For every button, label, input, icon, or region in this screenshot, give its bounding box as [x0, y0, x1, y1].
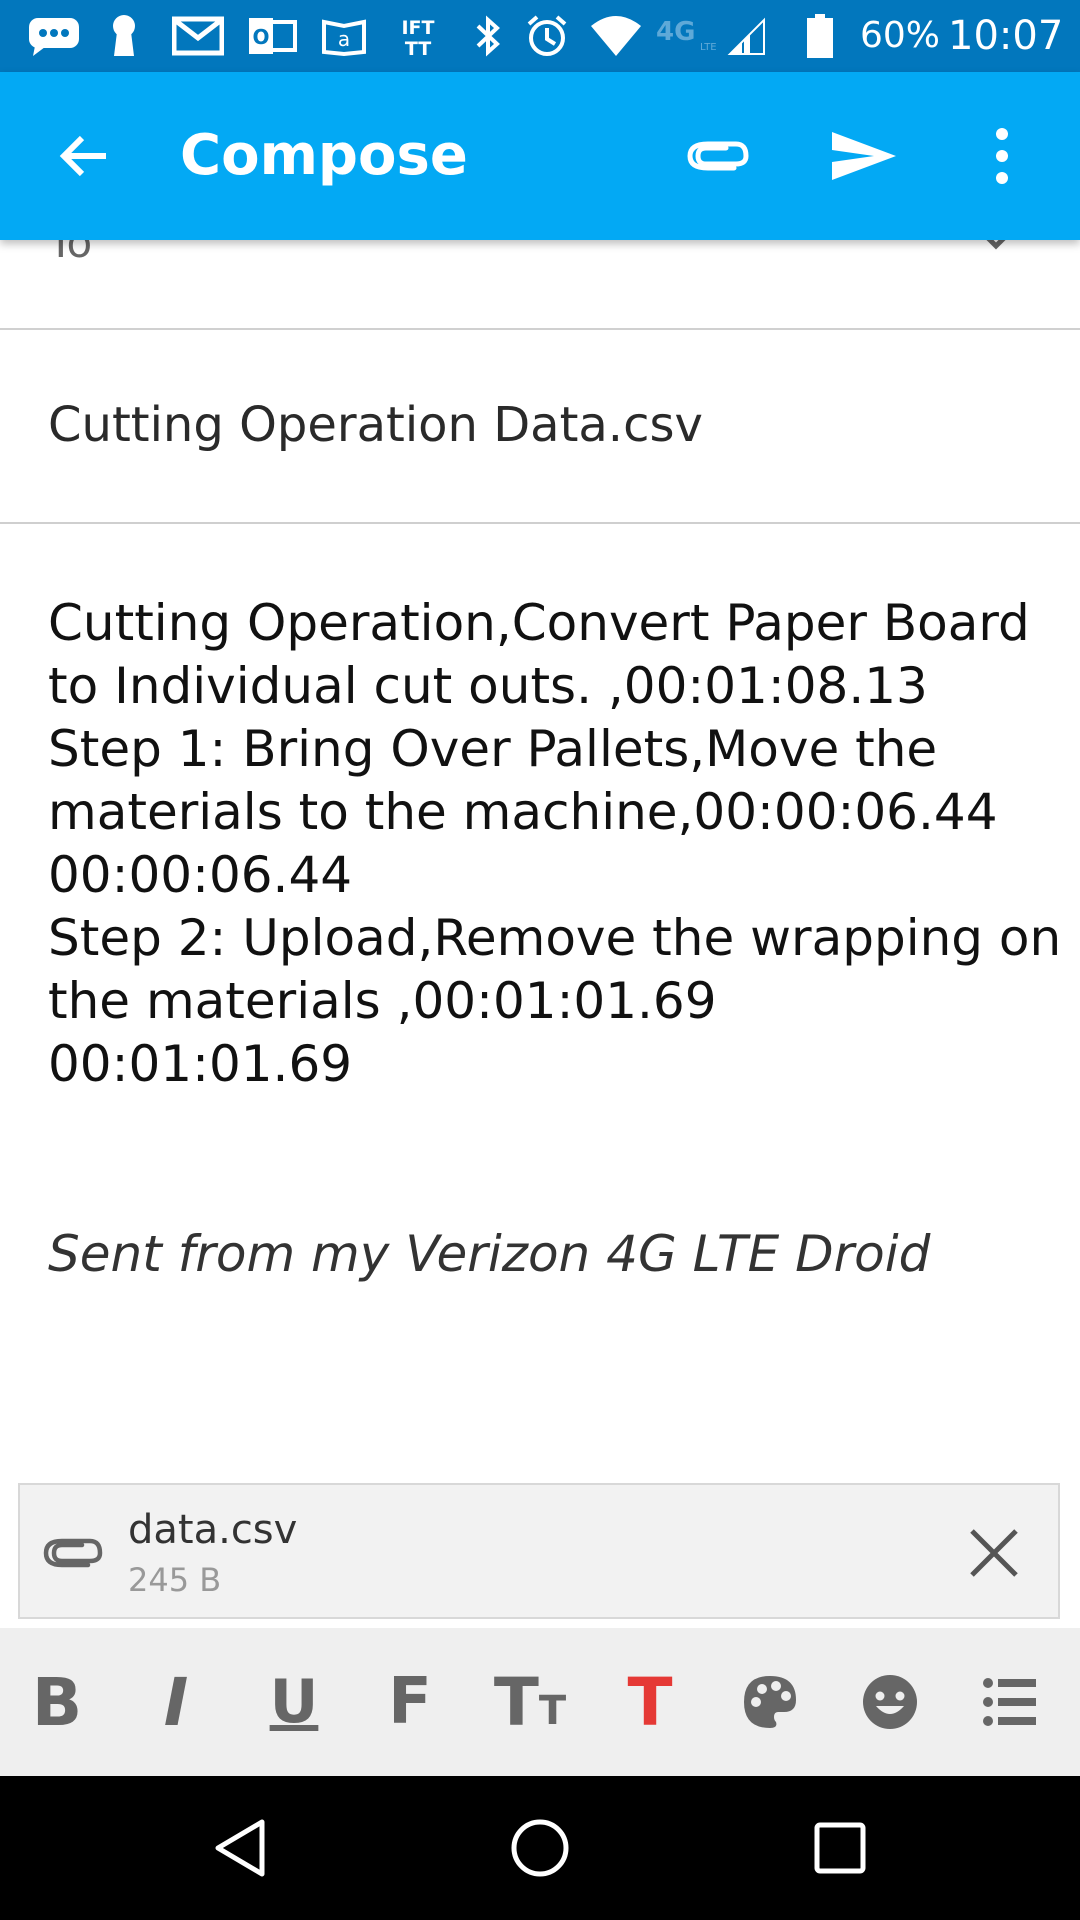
- italic-button[interactable]: I: [128, 1654, 224, 1750]
- palette-icon: [744, 1676, 796, 1728]
- attach-icon: [687, 141, 749, 171]
- app-bar: Compose: [0, 72, 1080, 240]
- alarm-icon: [522, 12, 572, 60]
- attachment-name: data.csv: [128, 1507, 298, 1553]
- battery-icon: [800, 12, 840, 60]
- signature[interactable]: Sent from my Verizon 4G LTE Droid: [48, 1223, 930, 1285]
- signal-icon: [724, 12, 768, 60]
- nav-recents-button[interactable]: [790, 1798, 890, 1898]
- body-line: the materials ,00:01:01.69: [48, 972, 717, 1030]
- nav-back-button[interactable]: [190, 1798, 290, 1898]
- attachment-size: 245 B: [128, 1561, 222, 1599]
- more-vert-icon: [996, 128, 1008, 184]
- send-button[interactable]: [810, 102, 918, 210]
- 4g-lte-icon: 4G LTE: [654, 12, 726, 60]
- network-badge: 4G: [656, 17, 695, 47]
- emoji-button[interactable]: [842, 1654, 938, 1750]
- outlook-letter: O: [252, 25, 269, 49]
- body-line: Cutting Operation,Convert Paper Board: [48, 594, 1030, 652]
- text-size-big: T: [493, 1663, 539, 1741]
- format-toolbar: B I U F TT T: [0, 1628, 1080, 1776]
- navigation-bar: [0, 1776, 1080, 1920]
- text-size-small: T: [538, 1688, 567, 1734]
- page-title: Compose: [180, 123, 468, 188]
- ifttt-bottom: TT: [405, 38, 431, 58]
- back-button[interactable]: [30, 102, 138, 210]
- list-icon: [983, 1678, 1036, 1726]
- ifttt-icon: IFT TT: [390, 12, 446, 60]
- kindle-letter: a: [338, 27, 350, 51]
- body-line: Step 2: Upload,Remove the wrapping on: [48, 909, 1062, 967]
- bluetooth-icon: [466, 12, 510, 60]
- bold-button[interactable]: B: [9, 1654, 105, 1750]
- nav-home-button[interactable]: [490, 1798, 590, 1898]
- send-icon: [832, 132, 896, 180]
- font-button[interactable]: F: [362, 1654, 458, 1750]
- text-size-button[interactable]: TT: [482, 1654, 578, 1750]
- home-circle-icon: [511, 1819, 569, 1877]
- close-icon: [970, 1529, 1018, 1577]
- palette-button[interactable]: [722, 1654, 818, 1750]
- body-line: to Individual cut outs. ,00:01:08.13: [48, 657, 928, 715]
- ifttt-top: IFT: [401, 17, 434, 39]
- back-arrow-icon: [59, 135, 106, 177]
- chat-icon: [24, 12, 84, 60]
- body-line: Step 1: Bring Over Pallets,Move the: [48, 720, 938, 778]
- gmail-icon: [168, 12, 228, 60]
- list-button[interactable]: [962, 1654, 1058, 1750]
- back-triangle-icon: [215, 1819, 265, 1877]
- subject-text[interactable]: Cutting Operation Data.csv: [48, 396, 703, 454]
- paperclip-icon: [43, 1538, 103, 1568]
- recents-square-icon: [814, 1822, 866, 1874]
- remove-attachment-button[interactable]: [954, 1513, 1034, 1593]
- keyhole-icon: [100, 12, 148, 60]
- clock: 10:07: [948, 13, 1064, 59]
- attach-button[interactable]: [666, 102, 774, 210]
- emoji-icon: [863, 1675, 917, 1729]
- more-options-button[interactable]: [948, 102, 1056, 210]
- status-bar: O a IFT TT 4G LTE 60% 10:07: [0, 0, 1080, 72]
- battery-percent: 60%: [860, 15, 941, 56]
- wifi-icon: [586, 12, 646, 60]
- message-body[interactable]: Cutting Operation,Convert Paper Board to…: [48, 592, 1062, 1096]
- subject-field[interactable]: Cutting Operation Data.csv: [0, 330, 1080, 524]
- underline-button[interactable]: U: [246, 1654, 342, 1750]
- body-line: materials to the machine,00:00:06.44: [48, 783, 998, 841]
- kindle-icon: a: [316, 12, 372, 60]
- body-line: 00:00:06.44: [48, 846, 353, 904]
- outlook-icon: O: [244, 12, 300, 60]
- attachment-card[interactable]: data.csv 245 B: [18, 1483, 1060, 1619]
- text-color-button[interactable]: T: [602, 1654, 698, 1750]
- body-line: 00:01:01.69: [48, 1035, 353, 1093]
- network-sub: LTE: [700, 42, 717, 53]
